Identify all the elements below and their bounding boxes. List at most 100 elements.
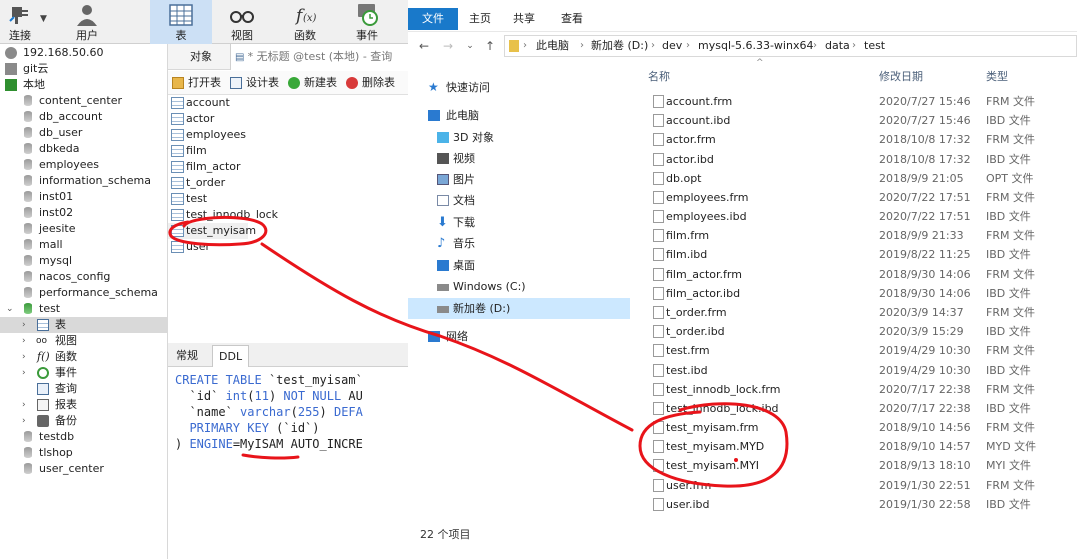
tree-db-row[interactable]: db_account (0, 109, 168, 125)
breadcrumb[interactable]: mysql-5.6.33-winx64 (698, 36, 813, 56)
file-row[interactable]: film_actor.ibd 2018/9/30 14:06 IBD 文件 (640, 284, 1077, 303)
tree-db-row[interactable]: content_center (0, 93, 168, 109)
column-date-header[interactable]: 修改日期 (879, 68, 923, 84)
nav-item[interactable]: 视频 (408, 148, 630, 169)
tree-db-row[interactable]: inst02 (0, 205, 168, 221)
table-item-selected[interactable]: test_myisam (168, 223, 256, 239)
tree-db-row[interactable]: testdb (0, 429, 168, 445)
toolbar-table-button[interactable]: 表 (150, 0, 212, 44)
toolbar-user-button[interactable]: 用户 (62, 0, 112, 44)
column-name-header[interactable]: 名称 (648, 68, 670, 84)
file-row[interactable]: film.ibd 2019/8/22 11:25 IBD 文件 (640, 245, 1077, 264)
chevron-right-icon[interactable]: › (22, 397, 26, 413)
nav-item[interactable]: ♪ 音乐 (408, 233, 630, 254)
forward-arrow-icon[interactable]: → (440, 38, 456, 54)
file-row[interactable]: test_myisam.MYD 2018/9/10 14:57 MYD 文件 (640, 437, 1077, 456)
file-row[interactable]: film.frm 2018/9/9 21:33 FRM 文件 (640, 226, 1077, 245)
tree-conn-row[interactable]: 本地 (0, 77, 168, 93)
file-row[interactable]: actor.ibd 2018/10/8 17:32 IBD 文件 (640, 150, 1077, 169)
column-type-header[interactable]: 类型 (986, 68, 1008, 84)
nav-item[interactable]: 此电脑 (408, 105, 630, 126)
nav-item[interactable]: 网络 (408, 326, 630, 347)
design-table-button[interactable]: 设计表 (228, 74, 279, 92)
connect-dropdown-icon[interactable]: ▼ (40, 14, 56, 28)
file-row[interactable]: test_myisam.MYI 2018/9/13 18:10 MYI 文件 (640, 456, 1077, 475)
nav-item[interactable]: ⬇ 下载 (408, 212, 630, 233)
delete-table-button[interactable]: 删除表 (344, 74, 395, 92)
tree-item-queries[interactable]: 查询 (0, 381, 168, 397)
nav-item[interactable]: 3D 对象 (408, 127, 630, 148)
file-row[interactable]: film_actor.frm 2018/9/30 14:06 FRM 文件 (640, 265, 1077, 284)
chevron-right-icon[interactable]: › (22, 333, 26, 349)
file-row[interactable]: user.ibd 2019/1/30 22:58 IBD 文件 (640, 495, 1077, 514)
ribbon-home-tab[interactable]: 主页 (460, 8, 500, 30)
file-row[interactable]: account.ibd 2020/7/27 15:46 IBD 文件 (640, 111, 1077, 130)
tab-query[interactable]: ▤ * 无标题 @test (本地) - 查询 (230, 44, 408, 70)
file-row[interactable]: t_order.ibd 2020/3/9 15:29 IBD 文件 (640, 322, 1077, 341)
chevron-right-icon[interactable]: › (22, 413, 26, 429)
file-row[interactable]: actor.frm 2018/10/8 17:32 FRM 文件 (640, 130, 1077, 149)
chevron-right-icon[interactable]: › (22, 349, 26, 365)
tab-objects[interactable]: 对象 (190, 44, 212, 70)
tab-general[interactable]: 常规 (170, 345, 204, 367)
back-arrow-icon[interactable]: ← (416, 38, 432, 54)
file-row[interactable]: test.ibd 2019/4/29 10:30 IBD 文件 (640, 361, 1077, 380)
new-table-button[interactable]: 新建表 (286, 74, 337, 92)
nav-item[interactable]: ★ 快速访问 (408, 77, 630, 98)
file-row[interactable]: employees.frm 2020/7/22 17:51 FRM 文件 (640, 188, 1077, 207)
file-row[interactable]: t_order.frm 2020/3/9 14:37 FRM 文件 (640, 303, 1077, 322)
open-table-button[interactable]: 打开表 (170, 74, 221, 92)
tree-db-row[interactable]: mall (0, 237, 168, 253)
tree-db-row[interactable]: tlshop (0, 445, 168, 461)
tree-item-events[interactable]: › 事件 (0, 365, 168, 381)
address-bar[interactable]: › 此电脑 › 新加卷 (D:) › dev › mysql-5.6.33-wi… (504, 35, 1077, 57)
toolbar-event-button[interactable]: 事件 (340, 0, 394, 44)
tree-db-row[interactable]: inst01 (0, 189, 168, 205)
tree-db-row[interactable]: nacos_config (0, 269, 168, 285)
file-row[interactable]: test_innodb_lock.frm 2020/7/17 22:38 FRM 文… (640, 380, 1077, 399)
tree-item-functions[interactable]: › f() 函数 (0, 349, 168, 365)
ribbon-share-tab[interactable]: 共享 (504, 8, 544, 30)
toolbar-connect-button[interactable]: 连接 (0, 0, 40, 44)
breadcrumb[interactable]: data (825, 36, 850, 56)
file-row[interactable]: db.opt 2018/9/9 21:05 OPT 文件 (640, 169, 1077, 188)
chevron-down-icon[interactable]: ⌄ (6, 301, 14, 317)
tree-item-views[interactable]: › oo 视图 (0, 333, 168, 349)
tree-db-row[interactable]: jeesite (0, 221, 168, 237)
recent-dropdown-icon[interactable]: ⌄ (462, 38, 478, 54)
tree-db-row[interactable]: user_center (0, 461, 168, 477)
nav-item[interactable]: 文档 (408, 190, 630, 211)
nav-item[interactable]: 桌面 (408, 255, 630, 276)
toolbar-function-button[interactable]: f (x) 函数 (278, 0, 332, 44)
file-row[interactable]: user.frm 2019/1/30 22:51 FRM 文件 (640, 476, 1077, 495)
breadcrumb[interactable]: 此电脑 (536, 36, 569, 56)
nav-item-selected[interactable]: 新加卷 (D:) (408, 298, 630, 319)
tab-ddl[interactable]: DDL (212, 345, 250, 367)
toolbar-view-button[interactable]: 视图 (216, 0, 268, 44)
breadcrumb[interactable]: 新加卷 (D:) (591, 36, 648, 56)
tree-db-row[interactable]: mysql (0, 253, 168, 269)
tree-item-reports[interactable]: › 报表 (0, 397, 168, 413)
tree-conn-row[interactable]: git云 (0, 61, 168, 77)
chevron-right-icon[interactable]: › (22, 317, 26, 333)
tree-db-row[interactable]: dbkeda (0, 141, 168, 157)
nav-item[interactable]: Windows (C:) (408, 276, 630, 297)
file-row[interactable]: account.frm 2020/7/27 15:46 FRM 文件 (640, 92, 1077, 111)
breadcrumb[interactable]: test (864, 36, 885, 56)
tree-item-tables[interactable]: › 表 (0, 317, 168, 333)
chevron-right-icon[interactable]: › (22, 365, 26, 381)
tree-db-row[interactable]: db_user (0, 125, 168, 141)
tree-db-row-test[interactable]: ⌄ test (0, 301, 168, 317)
nav-item[interactable]: 图片 (408, 169, 630, 190)
file-row[interactable]: test_innodb_lock.ibd 2020/7/17 22:38 IBD 文… (640, 399, 1077, 418)
ribbon-file-tab[interactable]: 文件 (408, 8, 458, 30)
tree-db-row[interactable]: information_schema (0, 173, 168, 189)
file-row[interactable]: test_myisam.frm 2018/9/10 14:56 FRM 文件 (640, 418, 1077, 437)
file-row[interactable]: test.frm 2019/4/29 10:30 FRM 文件 (640, 341, 1077, 360)
tree-db-row[interactable]: performance_schema (0, 285, 168, 301)
breadcrumb[interactable]: dev (662, 36, 682, 56)
file-row[interactable]: employees.ibd 2020/7/22 17:51 IBD 文件 (640, 207, 1077, 226)
up-arrow-icon[interactable]: ↑ (482, 38, 498, 54)
ribbon-view-tab[interactable]: 查看 (552, 8, 592, 30)
tree-item-backup[interactable]: › 备份 (0, 413, 168, 429)
